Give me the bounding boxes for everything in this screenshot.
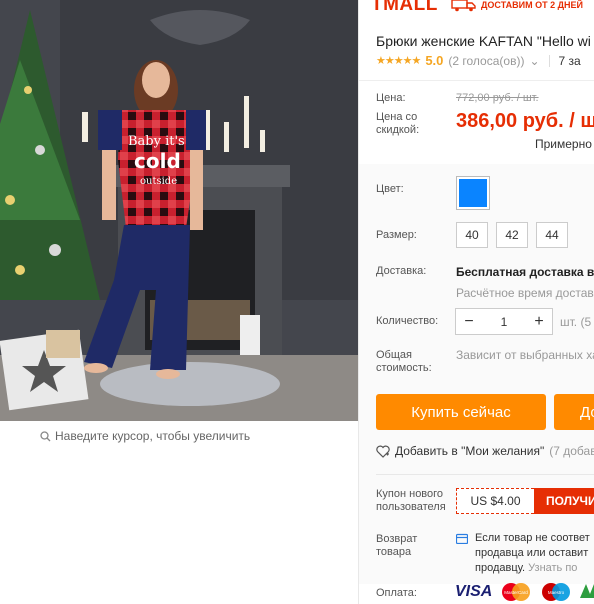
rating-stars-icon: ★★★★★ — [376, 55, 421, 67]
search-icon — [40, 430, 51, 441]
add-to-cart-button[interactable]: До — [554, 394, 594, 430]
zoom-hint: Наведите курсор, чтобы увеличить — [40, 429, 250, 443]
maestro-text: Maestro — [548, 590, 565, 595]
rating-value: 5.0 — [425, 53, 444, 68]
price-label: Цена: — [376, 92, 406, 104]
truck-icon — [451, 0, 476, 12]
votes-count: (2 голоса(ов)) — [448, 53, 525, 68]
chevron-down-icon[interactable]: ⌄ — [529, 54, 539, 68]
quantity-value[interactable]: 1 — [482, 315, 526, 329]
delivery-value[interactable]: Бесплатная доставка в Р — [456, 265, 594, 279]
quantity-unit: шт. (5 н — [560, 315, 594, 329]
color-swatch[interactable] — [456, 176, 490, 210]
buy-now-button[interactable]: Купить сейчас — [376, 394, 546, 430]
heart-icon — [376, 445, 390, 458]
return-line-2: продавца или оставит — [475, 547, 589, 559]
divider — [376, 474, 594, 475]
payment-logo-partial — [580, 584, 594, 598]
old-price: 772,00 руб. / шт. — [456, 92, 539, 104]
quantity-label: Количество: — [376, 315, 439, 327]
shipping-banner: ДОСТАВИМ ОТ 2 ДНЕЙ — [451, 0, 583, 12]
return-line-3: продавцу. — [475, 562, 526, 574]
decrease-button[interactable]: − — [456, 313, 482, 331]
divider — [548, 54, 550, 67]
svg-text:outside: outside — [140, 176, 177, 187]
color-label: Цвет: — [376, 183, 404, 195]
coupon-label: Купон нового пользователя — [376, 488, 446, 513]
payment-label: Оплата: — [376, 587, 417, 599]
delivery-time: Расчётное время доставк — [456, 286, 594, 300]
total-value: Зависит от выбранных ха — [456, 348, 594, 362]
wishlist-text: Добавить в "Мои желания" — [395, 444, 545, 458]
delivery-label: Доставка: — [376, 265, 427, 277]
zoom-hint-text: Наведите курсор, чтобы увеличить — [55, 429, 251, 443]
size-option-44[interactable]: 44 — [536, 222, 568, 248]
product-image[interactable]: Baby it's cold outside — [0, 0, 358, 421]
return-policy-text: Если товар не соответ продавца или остав… — [475, 531, 590, 576]
svg-text:cold: cold — [134, 149, 181, 173]
total-label: Общая стоимость: — [376, 349, 432, 374]
shipping-banner-text: ДОСТАВИМ ОТ 2 ДНЕЙ — [481, 0, 583, 10]
coupon-widget[interactable]: US $4.00 ПОЛУЧИ — [456, 488, 594, 514]
tmall-logo[interactable]: TMALL — [371, 0, 438, 16]
wishlist-count: (7 добав — [549, 444, 594, 458]
size-option-42[interactable]: 42 — [496, 222, 528, 248]
approx-price: Примерно — [535, 137, 592, 151]
product-info-panel: TMALL ДОСТАВИМ ОТ 2 ДНЕЙ Брюки женские K… — [358, 0, 594, 604]
increase-button[interactable]: + — [526, 313, 552, 331]
return-label: Возврат товара — [376, 533, 418, 558]
coupon-amount: US $4.00 — [456, 488, 534, 514]
payment-methods: VISA MasterCard Maestro — [455, 582, 594, 602]
svg-text:Baby it's: Baby it's — [128, 134, 185, 149]
product-photo-illustration: Baby it's cold outside — [0, 0, 358, 421]
discount-price-label: Цена со скидкой: — [376, 111, 420, 136]
quantity-stepper[interactable]: − 1 + — [455, 308, 553, 335]
rating-row[interactable]: ★★★★★ 5.0 (2 голоса(ов)) ⌄ 7 за — [376, 53, 581, 68]
product-title: Брюки женские KAFTAN "Hello wi — [376, 33, 591, 49]
mastercard-logo: MasterCard — [502, 583, 531, 601]
wallet-icon — [456, 533, 468, 544]
orders-count: 7 за — [558, 53, 581, 68]
discount-price: 386,00 руб. / шт — [456, 110, 594, 132]
get-coupon-button[interactable]: ПОЛУЧИ — [534, 488, 594, 514]
mastercard-text: MasterCard — [505, 590, 529, 595]
size-label: Размер: — [376, 229, 417, 241]
maestro-logo: Maestro — [542, 583, 571, 601]
wishlist-link[interactable]: Добавить в "Мои желания" (7 добав — [376, 444, 594, 458]
return-learn-more-link[interactable]: Узнать по — [528, 562, 577, 574]
size-option-40[interactable]: 40 — [456, 222, 488, 248]
return-line-1: Если товар не соответ — [475, 532, 590, 544]
visa-logo: VISA — [455, 583, 493, 600]
